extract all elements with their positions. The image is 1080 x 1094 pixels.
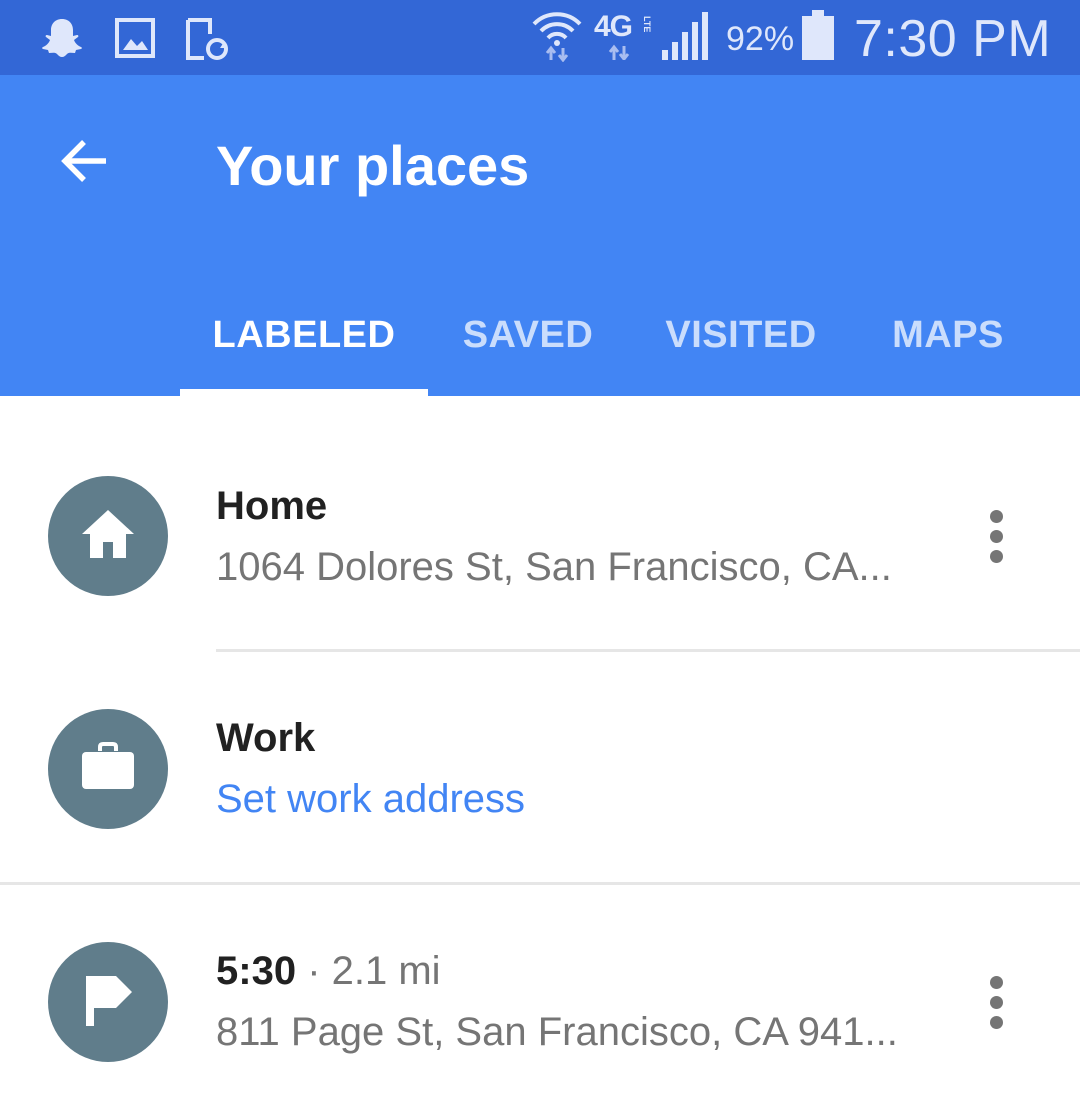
signal-icon [660, 12, 710, 67]
list-item-work[interactable]: Work Set work address [0, 652, 1080, 884]
more-vert-icon [989, 975, 1003, 1029]
clock-time: 7:30 PM [854, 10, 1052, 68]
battery-icon [800, 10, 836, 67]
snapchat-icon [40, 16, 84, 65]
battery-percent: 92% [726, 20, 795, 58]
place-title: Home [216, 484, 328, 528]
more-options-button[interactable] [966, 962, 1026, 1042]
app-bar: Your places LABELED SAVED VISITED MAPS [0, 75, 1080, 396]
set-work-address-link[interactable]: Set work address [216, 777, 525, 822]
place-title: Work [216, 716, 316, 760]
tab-maps[interactable]: MAPS [868, 275, 1028, 396]
place-time: 5:30 [216, 949, 297, 993]
tab-labeled[interactable]: LABELED [180, 275, 428, 396]
tab-indicator [180, 389, 428, 396]
place-address: 1064 Dolores St, San Francisco, CA... [216, 545, 892, 589]
place-avatar [48, 709, 168, 829]
place-title: 5:30 · 2.1 mi [216, 949, 441, 994]
place-distance: · 2.1 mi [307, 949, 441, 993]
more-vert-icon [989, 509, 1003, 563]
wifi-icon [530, 8, 584, 67]
tab-bar: LABELED SAVED VISITED MAPS [0, 275, 1080, 396]
status-bar: 4G LTE 92% 7:30 PM [0, 0, 1080, 75]
briefcase-icon [78, 737, 138, 802]
place-avatar [48, 476, 168, 596]
flag-icon [78, 970, 138, 1035]
tab-saved[interactable]: SAVED [440, 275, 616, 396]
more-options-button[interactable] [966, 496, 1026, 576]
gallery-icon [114, 17, 156, 64]
list-item-home[interactable]: Home 1064 Dolores St, San Francisco, CA.… [0, 396, 1080, 628]
arrow-back-icon [56, 133, 112, 194]
back-button[interactable] [44, 123, 124, 203]
list-item-place[interactable]: 5:30 · 2.1 mi 811 Page St, San Francisco… [0, 885, 1080, 1094]
home-icon [78, 504, 138, 569]
page-title: Your places [216, 134, 530, 197]
screen-rotate-icon [184, 16, 230, 67]
place-address: 811 Page St, San Francisco, CA 941... [216, 1010, 898, 1054]
place-avatar [48, 942, 168, 1062]
tab-visited[interactable]: VISITED [646, 275, 836, 396]
